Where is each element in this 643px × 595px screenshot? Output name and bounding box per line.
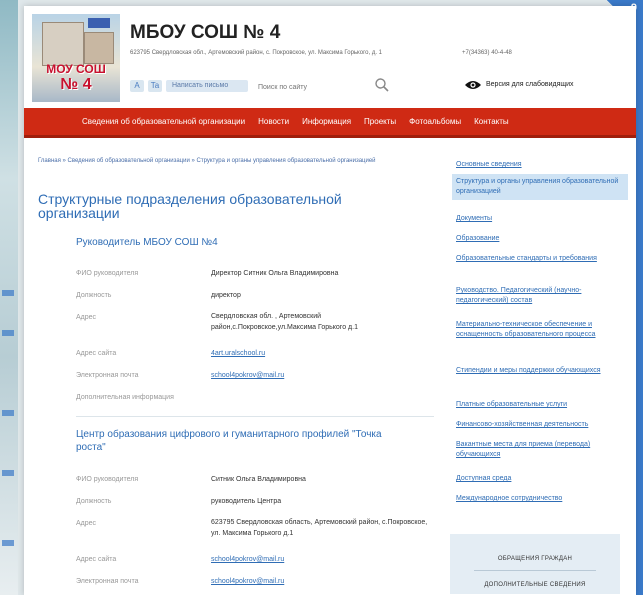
field-label: ФИО руководителя: [76, 476, 139, 483]
sidebar-item-paid-services[interactable]: Платные образовательные услуги: [456, 400, 628, 410]
field-value: директор: [211, 292, 241, 299]
nav-item-info[interactable]: Информация: [302, 117, 351, 126]
field-value: руководитель Центра: [211, 498, 282, 505]
background-blur-mark: [2, 470, 14, 476]
field-label: Электронная почта: [76, 578, 139, 585]
field-label: Должность: [76, 292, 112, 299]
logo-building: [42, 22, 84, 66]
page-title: Структурные подразделения образовательно…: [38, 191, 342, 221]
sidebar-item-standards[interactable]: Образовательные стандарты и требования: [456, 254, 628, 264]
nav-item-photos[interactable]: Фотоальбомы: [409, 117, 461, 126]
section-title: Руководитель МБОУ СОШ №4: [76, 237, 218, 248]
sidebar-item-structure[interactable]: Структура и органы управления образовате…: [452, 174, 628, 200]
sidebar-item-documents[interactable]: Документы: [456, 214, 628, 224]
email-link[interactable]: school4pokrov@mail.ru: [211, 370, 431, 381]
logo-building: [84, 32, 114, 64]
site-title[interactable]: МБОУ СОШ № 4: [130, 22, 280, 44]
sidebar-item-education[interactable]: Образование: [456, 234, 628, 244]
background-blur-mark: [2, 330, 14, 336]
additional-info-button[interactable]: ДОПОЛНИТЕЛЬНЫЕ СВЕДЕНИЯ: [462, 582, 608, 588]
sidebar-item-accessibility[interactable]: Доступная среда: [456, 474, 628, 484]
sidebar-item-staff[interactable]: Руководство. Педагогический (научно-педа…: [456, 286, 628, 306]
school-phone: +7(34363) 40-4-48: [462, 50, 512, 56]
field-label: Адрес сайта: [76, 350, 117, 357]
section-divider: [76, 416, 434, 417]
field-label: Должность: [76, 498, 112, 505]
nav-item-news[interactable]: Новости: [258, 117, 289, 126]
background-left-strip: [0, 0, 18, 595]
web-page: МОУ СОШ № 4 МБОУ СОШ № 4 623795 Свердлов…: [24, 6, 636, 595]
field-label: Адрес: [76, 520, 97, 527]
citizen-appeals-button[interactable]: ОБРАЩЕНИЯ ГРАЖДАН: [462, 556, 608, 562]
low-vision-link[interactable]: Версия для слабовидящих: [486, 81, 574, 88]
website-link[interactable]: 4art.uralschool.ru: [211, 348, 431, 359]
field-label: Электронная почта: [76, 372, 139, 379]
sidebar-item-scholarships[interactable]: Стипендии и меры поддержки обучающихся: [456, 366, 628, 376]
logo-text: № 4: [60, 76, 92, 93]
field-label: ФИО руководителя: [76, 270, 139, 277]
logo-text: МОУ СОШ: [46, 62, 106, 76]
font-size-icon[interactable]: A: [130, 80, 144, 92]
sidebar-item-finance[interactable]: Финансово-хозяйственная деятельность: [456, 420, 628, 430]
text-size-icon[interactable]: Ta: [148, 80, 162, 92]
field-label: Адрес сайта: [76, 556, 117, 563]
field-value: Директор Ситник Ольга Владимировна: [211, 270, 339, 277]
nav-item-about[interactable]: Сведения об образовательной организации: [82, 117, 245, 126]
eye-icon[interactable]: [464, 79, 482, 91]
search-icon[interactable]: [374, 77, 390, 93]
sidebar-item-facilities[interactable]: Материально-техническое обеспечение и ос…: [456, 320, 628, 340]
sidebar-item-international[interactable]: Международное сотрудничество: [456, 494, 628, 504]
write-letter-link[interactable]: Написать письмо: [166, 80, 248, 92]
section-title: Центр образования цифрового и гуманитарн…: [76, 429, 382, 453]
field-label: Адрес: [76, 314, 97, 321]
field-value: Ситник Ольга Владимировна: [211, 476, 306, 483]
school-address: 623795 Свердловская обл., Артемовский ра…: [130, 50, 382, 56]
nav-item-projects[interactable]: Проекты: [364, 117, 396, 126]
field-label: Дополнительная информация: [76, 394, 174, 401]
background-blur-mark: [2, 540, 14, 546]
sidebar-divider: [474, 570, 596, 571]
main-navigation: Сведения об образовательной организации …: [24, 108, 636, 138]
website-link[interactable]: school4pokrov@mail.ru: [211, 554, 431, 565]
logo-flag: [88, 18, 110, 28]
field-value: 623795 Свердловская область, Артемовский…: [211, 519, 428, 537]
background-blur-mark: [2, 410, 14, 416]
background-blur-mark: [2, 290, 14, 296]
breadcrumb[interactable]: Главная » Сведения об образовательной ор…: [38, 156, 428, 166]
field-value: Свердловская обл. , Артемовский район,с.…: [211, 313, 358, 331]
nav-item-contacts[interactable]: Контакты: [474, 117, 509, 126]
school-logo[interactable]: МОУ СОШ № 4: [32, 14, 120, 102]
sidebar-item-basic-info[interactable]: Основные сведения: [456, 160, 628, 170]
sidebar-item-vacancies[interactable]: Вакантные места для приема (перевода) об…: [456, 440, 628, 460]
email-link[interactable]: school4pokrov@mail.ru: [211, 576, 431, 587]
